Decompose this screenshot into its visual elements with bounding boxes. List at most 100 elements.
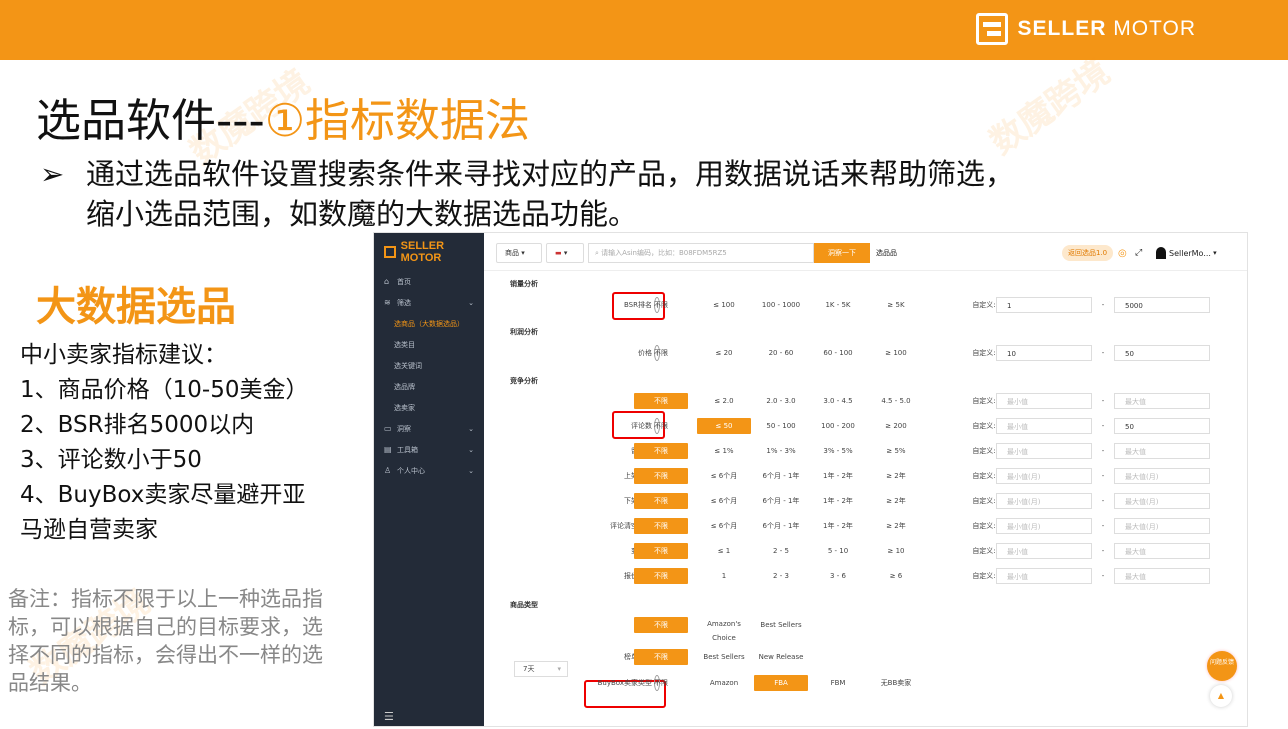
filter-option[interactable]: 1K - 5K <box>811 297 865 313</box>
max-input[interactable]: 最大值 <box>1114 393 1210 409</box>
filter-option[interactable]: 3.0 - 4.5 <box>811 393 865 409</box>
filter-option[interactable]: ≥ 2年 <box>869 493 923 509</box>
filter-option[interactable]: ≥ 5K <box>869 297 923 313</box>
scope-select[interactable]: 商品 ▾ <box>496 243 542 263</box>
filter-option[interactable]: ≤ 1 <box>697 543 751 559</box>
sidebar-item[interactable]: ≋ 筛选 ⌄ <box>374 292 484 313</box>
filter-option[interactable]: 不限 <box>634 297 688 313</box>
max-input[interactable]: 最大值(月) <box>1114 518 1210 534</box>
min-input[interactable]: 1 <box>996 297 1092 313</box>
filter-option[interactable]: 2 - 5 <box>754 543 808 559</box>
filter-option[interactable]: 1 <box>697 568 751 584</box>
max-input[interactable]: 50 <box>1114 418 1210 434</box>
filter-option[interactable]: 100 - 200 <box>811 418 865 434</box>
filter-option[interactable]: 不限 <box>634 568 688 584</box>
sidebar-item[interactable]: ♙ 个人中心 ⌄ <box>374 460 484 481</box>
filter-option[interactable]: New Release <box>754 649 808 665</box>
filter-option[interactable]: 60 - 100 <box>811 345 865 361</box>
filter-option[interactable]: Amazon <box>697 675 751 691</box>
filter-option[interactable]: 1% - 3% <box>754 443 808 459</box>
filter-option[interactable]: ≥ 10 <box>869 543 923 559</box>
max-input[interactable]: 最大值(月) <box>1114 493 1210 509</box>
filter-option[interactable]: ≤ 6个月 <box>697 493 751 509</box>
feedback-button[interactable]: 问题反馈 <box>1207 651 1237 681</box>
marketplace-select[interactable]: ▬ ▾ <box>546 243 584 263</box>
min-input[interactable]: 最小值 <box>996 393 1092 409</box>
filter-option[interactable]: 不限 <box>634 345 688 361</box>
filter-option[interactable]: ≤ 6个月 <box>697 468 751 484</box>
filter-option[interactable]: 3 - 6 <box>811 568 865 584</box>
min-input[interactable]: 最小值 <box>996 543 1092 559</box>
filter-option[interactable]: 不限 <box>634 649 688 665</box>
scroll-top-icon[interactable]: ▲ <box>1210 685 1232 707</box>
min-input[interactable]: 最小值(月) <box>996 493 1092 509</box>
filter-option[interactable]: 4.5 - 5.0 <box>869 393 923 409</box>
filter-option[interactable]: ≥ 200 <box>869 418 923 434</box>
search-input[interactable]: ⌕ 请输入Asin编码，比如：B08FDM5RZ5 <box>588 243 814 263</box>
filter-option[interactable]: ≥ 100 <box>869 345 923 361</box>
filter-option[interactable]: ≥ 2年 <box>869 468 923 484</box>
filter-option[interactable]: ≥ 5% <box>869 443 923 459</box>
min-input[interactable]: 最小值(月) <box>996 468 1092 484</box>
filter-option[interactable]: 2.0 - 3.0 <box>754 393 808 409</box>
filter-option[interactable]: Best Sellers <box>697 649 751 665</box>
filter-option[interactable]: 不限 <box>634 443 688 459</box>
filter-option[interactable]: 不限 <box>634 468 688 484</box>
filter-option[interactable]: 100 - 1000 <box>754 297 808 313</box>
sidebar-item[interactable]: ▭ 洞察 ⌄ <box>374 418 484 439</box>
menu-icon[interactable]: ☰ <box>384 710 394 723</box>
filter-option[interactable]: ≤ 1% <box>697 443 751 459</box>
sidebar-item[interactable]: 选品牌 <box>374 376 484 397</box>
filter-option[interactable]: 不限 <box>634 543 688 559</box>
filter-option[interactable]: FBA <box>754 675 808 691</box>
sidebar-item[interactable]: 选卖家 <box>374 397 484 418</box>
filter-option[interactable]: Amazon's Choice <box>697 617 751 642</box>
filter-option[interactable]: 3% - 5% <box>811 443 865 459</box>
search-button[interactable]: 洞察一下 <box>814 243 870 263</box>
app-logo[interactable]: SELLER MOTOR <box>374 233 484 271</box>
filter-option[interactable]: 1年 - 2年 <box>811 518 865 534</box>
filter-option[interactable]: 不限 <box>634 617 688 633</box>
filter-option[interactable]: 6个月 - 1年 <box>754 518 808 534</box>
filter-option[interactable]: ≤ 50 <box>697 418 751 434</box>
headset-icon[interactable]: ◎ <box>1118 243 1127 263</box>
filter-option[interactable]: 1年 - 2年 <box>811 493 865 509</box>
filter-option[interactable]: 5 - 10 <box>811 543 865 559</box>
filter-option[interactable]: ≤ 100 <box>697 297 751 313</box>
sidebar-item[interactable]: ▤ 工具箱 ⌄ <box>374 439 484 460</box>
max-input[interactable]: 50 <box>1114 345 1210 361</box>
filter-option[interactable]: 20 - 60 <box>754 345 808 361</box>
filter-option[interactable]: FBM <box>811 675 865 691</box>
filter-option[interactable]: 50 - 100 <box>754 418 808 434</box>
filter-option[interactable]: 不限 <box>634 418 688 434</box>
back-v1-button[interactable]: 返回选品1.0 <box>1062 245 1114 261</box>
filter-option[interactable]: 不限 <box>634 493 688 509</box>
filter-option[interactable]: 不限 <box>634 393 688 409</box>
min-input[interactable]: 10 <box>996 345 1092 361</box>
max-input[interactable]: 最大值 <box>1114 443 1210 459</box>
filter-option[interactable]: Best Sellers <box>754 617 808 633</box>
tab-select-product[interactable]: 选品品 <box>876 243 897 263</box>
filter-option[interactable]: 不限 <box>634 518 688 534</box>
max-input[interactable]: 最大值(月) <box>1114 468 1210 484</box>
filter-option[interactable]: ≤ 2.0 <box>697 393 751 409</box>
filter-option[interactable]: 6个月 - 1年 <box>754 493 808 509</box>
sidebar-item[interactable]: ⌂ 首页 <box>374 271 484 292</box>
filter-option[interactable]: 2 - 3 <box>754 568 808 584</box>
filter-option[interactable]: ≤ 20 <box>697 345 751 361</box>
sidebar-item[interactable]: 选商品（大数据选品） <box>374 313 484 334</box>
min-input[interactable]: 最小值 <box>996 443 1092 459</box>
filter-option[interactable]: ≥ 6 <box>869 568 923 584</box>
max-input[interactable]: 最大值 <box>1114 568 1210 584</box>
filter-option[interactable]: ≥ 2年 <box>869 518 923 534</box>
filter-option[interactable]: ≤ 6个月 <box>697 518 751 534</box>
filter-option[interactable]: 6个月 - 1年 <box>754 468 808 484</box>
min-input[interactable]: 最小值 <box>996 418 1092 434</box>
fullscreen-icon[interactable]: ⤢ <box>1135 243 1142 263</box>
min-input[interactable]: 最小值 <box>996 568 1092 584</box>
max-input[interactable]: 最大值 <box>1114 543 1210 559</box>
sidebar-item[interactable]: 选关键词 <box>374 355 484 376</box>
user-menu[interactable]: SellerMo... ▾ <box>1156 243 1217 263</box>
min-input[interactable]: 最小值(月) <box>996 518 1092 534</box>
sidebar-item[interactable]: 选类目 <box>374 334 484 355</box>
